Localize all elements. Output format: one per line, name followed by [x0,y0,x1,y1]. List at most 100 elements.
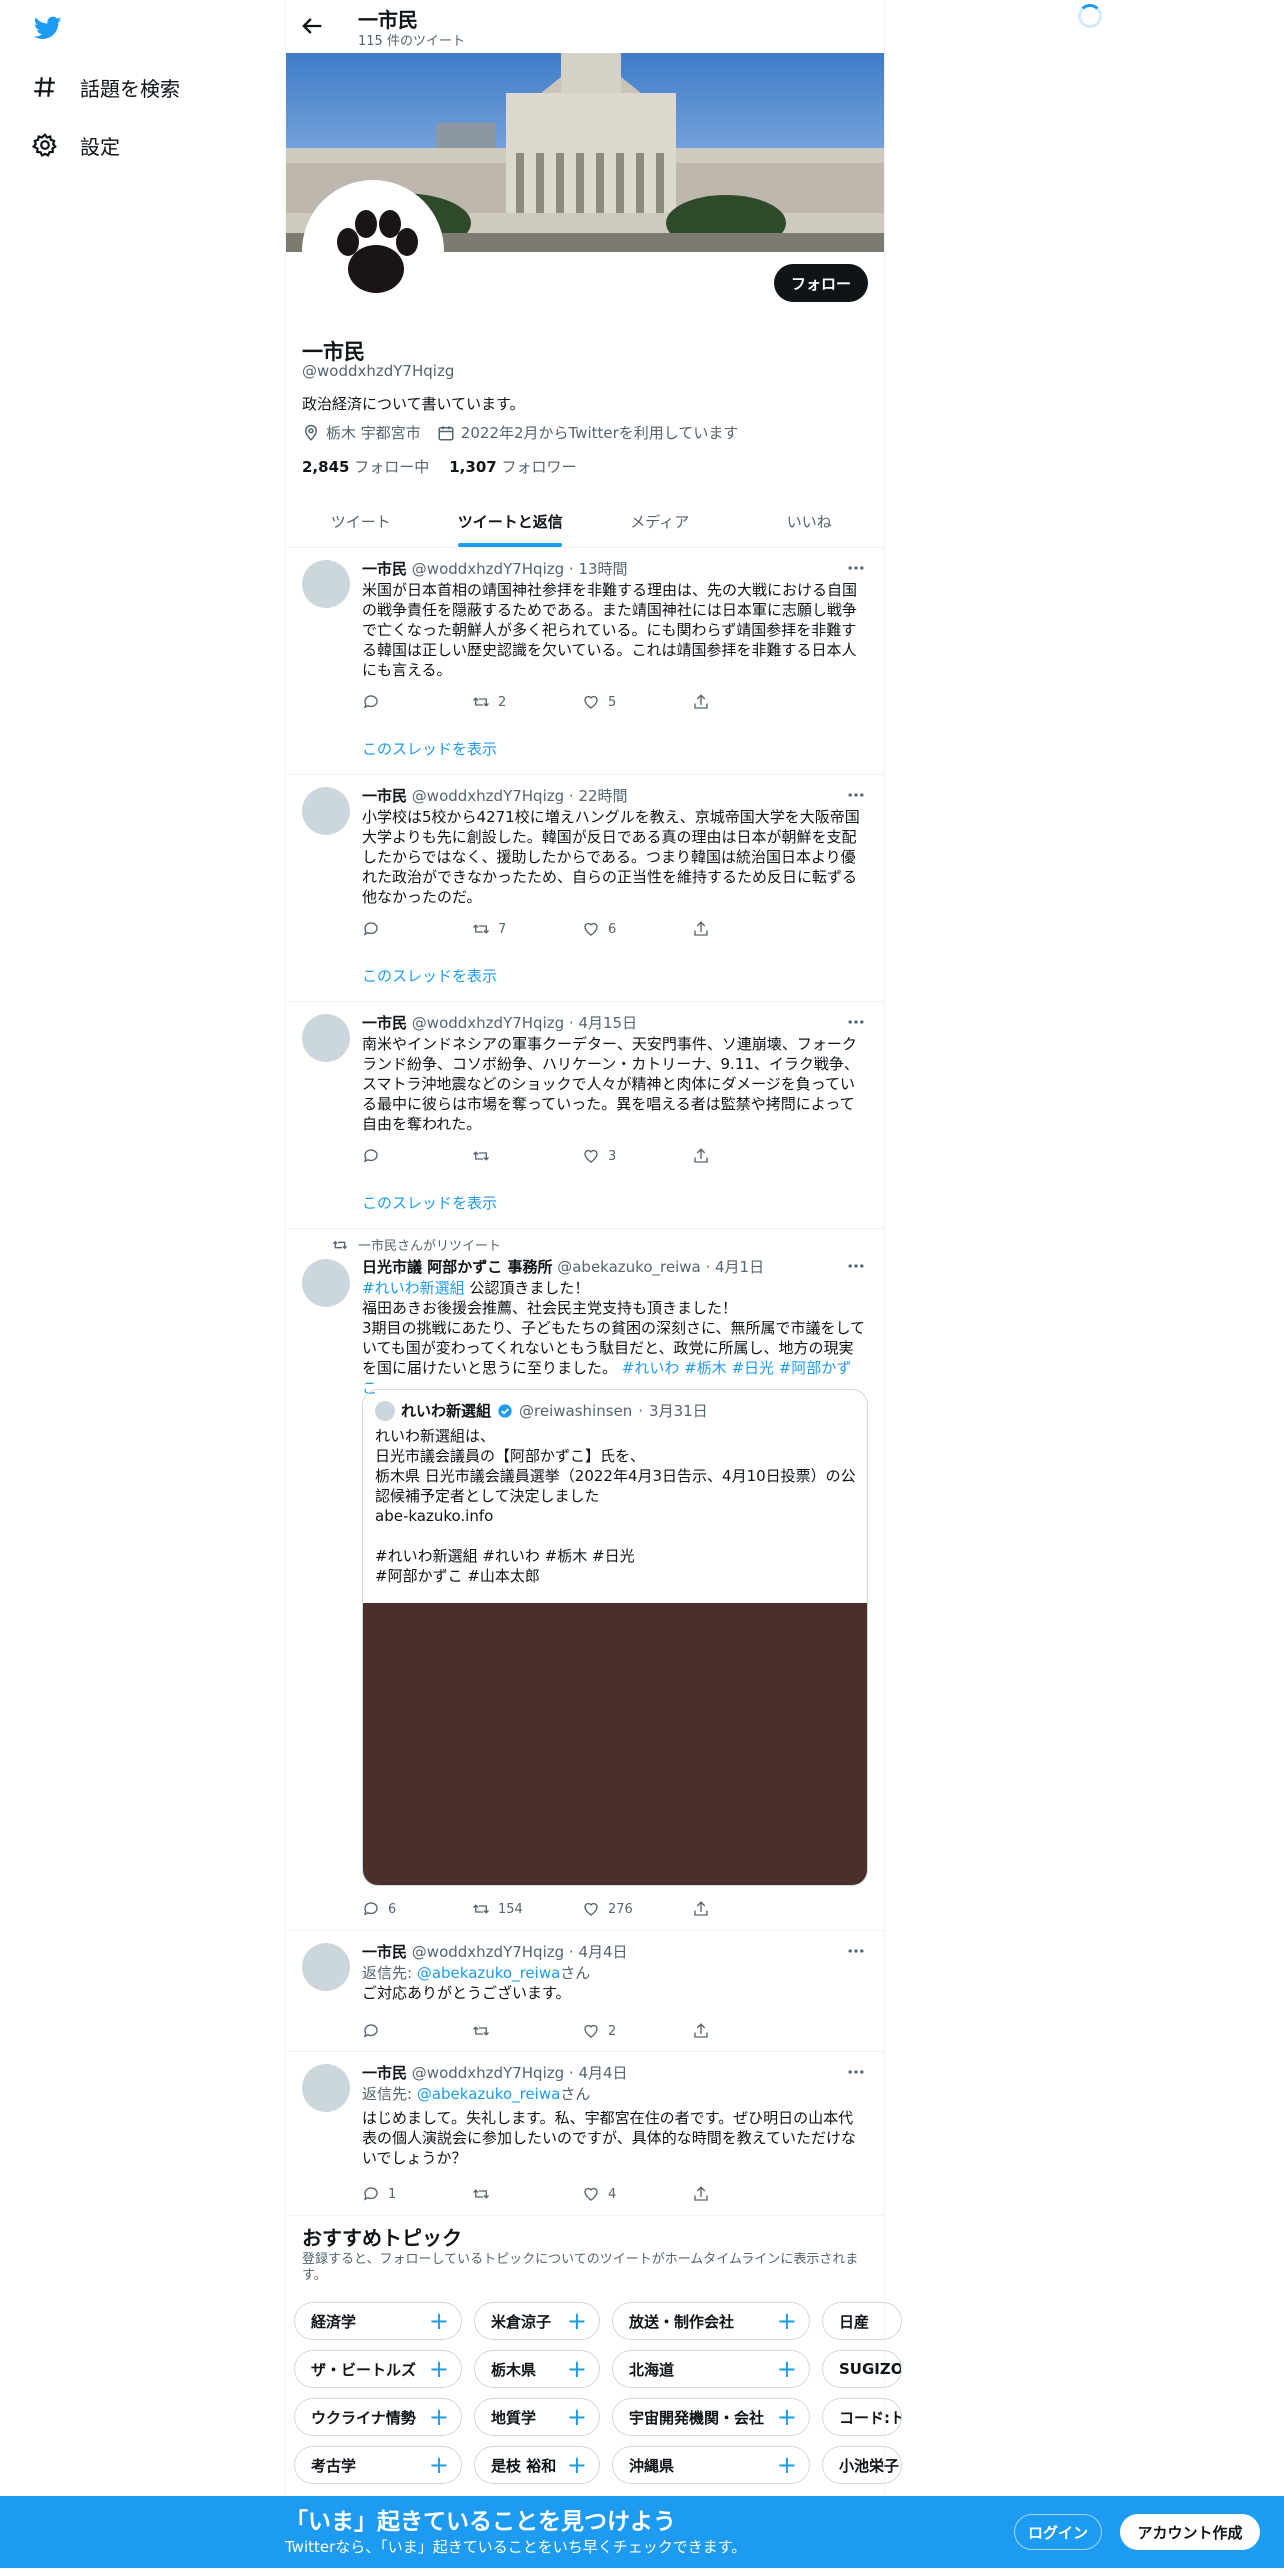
more-options-icon[interactable] [846,2062,866,2082]
topic-chip[interactable]: 日産 [822,2302,902,2340]
topic-chip[interactable]: 沖縄県 + [612,2446,810,2484]
plus-icon[interactable]: + [429,2451,449,2479]
reply-to-link[interactable]: @abekazuko_reiwa [417,1964,560,1982]
more-options-icon[interactable] [846,1941,866,1961]
avatar[interactable] [302,787,350,835]
profile-avatar[interactable] [302,180,444,322]
author-name[interactable]: 一市民 [362,1014,407,1032]
author-name[interactable]: 一市民 [362,1943,407,1961]
more-options-icon[interactable] [846,558,866,578]
author-name[interactable]: 一市民 [362,560,407,578]
more-options-icon[interactable] [846,1256,866,1276]
topic-chip[interactable]: ザ・ビートルズ + [294,2350,462,2388]
author-handle[interactable]: @woddxhzdY7Hqizg [412,560,564,578]
reply-button[interactable] [362,2021,472,2041]
plus-icon[interactable]: + [567,2355,587,2383]
tweet-time[interactable]: 4月1日 [715,1258,764,1276]
hashtag-link[interactable]: #れいわ新選組 [362,1279,465,1297]
reply-tweet[interactable]: 一市民 @woddxhzdY7Hqizg · 4月4日 返信先: @abekaz… [286,1931,884,2052]
following-link[interactable]: 2,845 フォロー中 [302,456,429,477]
reply-button[interactable]: 6 [362,1899,472,1919]
share-button[interactable] [692,919,802,939]
show-thread-link[interactable]: このスレッドを表示 [362,1192,497,1213]
retweet-button[interactable]: 154 [472,1899,582,1919]
nav-explore[interactable]: 話題を検索 [32,67,180,107]
retweet-button[interactable]: 2 [472,692,582,712]
topic-chip[interactable]: 北海道 + [612,2350,810,2388]
twitter-logo-icon[interactable] [32,14,64,42]
nav-settings[interactable]: 設定 [32,125,120,165]
topic-chip[interactable]: 放送・制作会社 + [612,2302,810,2340]
share-button[interactable] [692,2184,802,2204]
topic-chip[interactable]: 是枝 裕和 + [474,2446,600,2484]
plus-icon[interactable]: + [429,2355,449,2383]
show-thread-link[interactable]: このスレッドを表示 [362,965,497,986]
followers-link[interactable]: 1,307 フォロワー [449,456,576,477]
retweeted-tweet[interactable]: 一市民さんがリツイート 日光市議 阿部かずこ 事務所 @abekazuko_re… [286,1229,884,1931]
avatar[interactable] [302,2064,350,2112]
avatar[interactable] [302,1014,350,1062]
tab-tweets-and-replies[interactable]: ツイートと返信 [436,496,586,547]
topic-chip[interactable]: 宇宙開発機関・会社 + [612,2398,810,2436]
reply-to-link[interactable]: @abekazuko_reiwa [417,2085,560,2103]
share-button[interactable] [692,2021,802,2041]
like-button[interactable]: 3 [582,1146,692,1166]
plus-icon[interactable]: + [777,2451,797,2479]
author-name[interactable]: 一市民 [362,2064,407,2082]
reply-button[interactable]: 1 [362,2184,472,2204]
plus-icon[interactable]: + [429,2403,449,2431]
plus-icon[interactable]: + [429,2307,449,2335]
topic-chip[interactable]: 地質学 + [474,2398,600,2436]
plus-icon[interactable]: + [567,2451,587,2479]
plus-icon[interactable]: + [777,2307,797,2335]
author-handle[interactable]: @woddxhzdY7Hqizg [412,1943,564,1961]
share-button[interactable] [692,1146,802,1166]
retweet-context-label[interactable]: 一市民さんがリツイート [358,1235,501,1254]
back-arrow-icon[interactable] [298,12,326,40]
quoted-tweet[interactable]: れいわ新選組 @reiwashinsen · 3月31日 れいわ新選組は、 日光… [362,1389,868,1886]
more-options-icon[interactable] [846,785,866,805]
plus-icon[interactable]: + [567,2403,587,2431]
tweet-time[interactable]: 4月4日 [578,1943,627,1961]
reply-button[interactable] [362,919,472,939]
topic-chip[interactable]: ウクライナ情勢 + [294,2398,462,2436]
like-button[interactable]: 2 [582,2021,692,2041]
avatar[interactable] [302,1943,350,1991]
more-options-icon[interactable] [846,1012,866,1032]
like-button[interactable]: 4 [582,2184,692,2204]
topic-chip[interactable]: SUGIZO [822,2350,902,2388]
author-handle[interactable]: @abekazuko_reiwa [557,1258,700,1276]
follow-button[interactable]: フォロー [774,264,868,302]
author-handle[interactable]: @woddxhzdY7Hqizg [412,2064,564,2082]
login-button[interactable]: ログイン [1014,2514,1102,2550]
retweet-button[interactable] [472,1146,582,1166]
author-handle[interactable]: @woddxhzdY7Hqizg [412,1014,564,1032]
reply-button[interactable] [362,1146,472,1166]
share-button[interactable] [692,692,802,712]
tweet-time[interactable]: 4月4日 [578,2064,627,2082]
like-button[interactable]: 5 [582,692,692,712]
like-button[interactable]: 276 [582,1899,692,1919]
tab-tweets[interactable]: ツイート [286,496,436,547]
retweet-button[interactable]: 7 [472,919,582,939]
reply-tweet[interactable]: 一市民 @woddxhzdY7Hqizg · 4月4日 返信先: @abekaz… [286,2052,884,2216]
avatar[interactable] [302,1259,350,1307]
show-thread-link[interactable]: このスレッドを表示 [362,738,497,759]
topic-chip[interactable]: 経済学 + [294,2302,462,2340]
topic-chip[interactable]: 米倉涼子 + [474,2302,600,2340]
avatar[interactable] [302,560,350,608]
reply-button[interactable] [362,692,472,712]
plus-icon[interactable]: + [567,2307,587,2335]
tweet[interactable]: 一市民 @woddxhzdY7Hqizg · 13時間 米国が日本首相の靖国神社… [286,548,884,775]
plus-icon[interactable]: + [777,2403,797,2431]
author-name[interactable]: 日光市議 阿部かずこ 事務所 [362,1258,552,1276]
topic-chip[interactable]: 栃木県 + [474,2350,600,2388]
like-button[interactable]: 6 [582,919,692,939]
signup-button[interactable]: アカウント作成 [1120,2514,1260,2550]
retweet-button[interactable] [472,2021,582,2041]
tweet-time[interactable]: 4月15日 [578,1014,637,1032]
retweet-button[interactable] [472,2184,582,2204]
topic-chip[interactable]: 小池栄子 [822,2446,902,2484]
quoted-tweet-media[interactable] [363,1603,867,1885]
author-name[interactable]: 一市民 [362,787,407,805]
